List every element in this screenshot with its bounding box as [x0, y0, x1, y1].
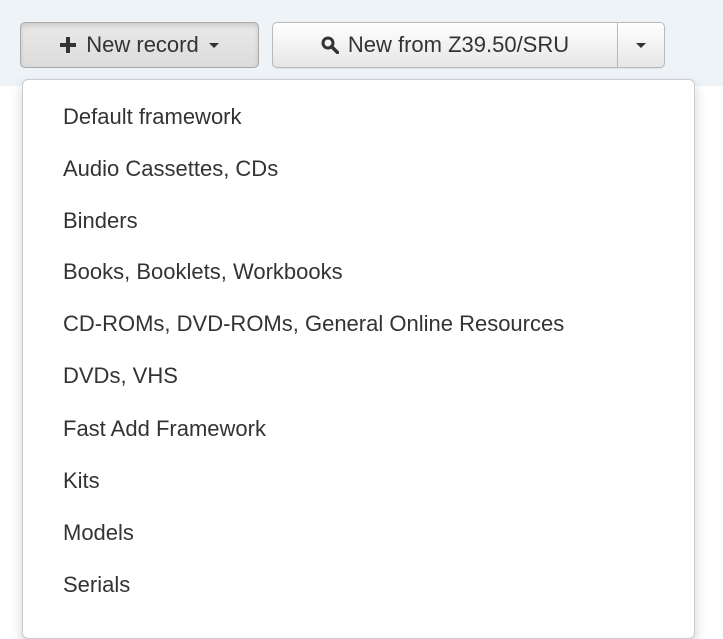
menu-item-fast-add-framework[interactable]: Fast Add Framework: [63, 409, 266, 449]
menu-item-kits[interactable]: Kits: [63, 461, 100, 501]
caret-down-icon: [208, 42, 219, 48]
menu-item-binders[interactable]: Binders: [63, 201, 138, 241]
search-icon: [321, 36, 339, 54]
new-from-z3950-label: New from Z39.50/SRU: [347, 32, 570, 57]
caret-down-icon: [636, 42, 646, 48]
menu-item-default-framework[interactable]: Default framework: [63, 97, 242, 137]
new-record-button[interactable]: New record: [20, 22, 259, 68]
new-record-label: New record: [86, 32, 199, 57]
z3950-dropdown-toggle[interactable]: [617, 22, 665, 68]
menu-item-serials[interactable]: Serials: [63, 565, 130, 605]
menu-item-dvds-vhs[interactable]: DVDs, VHS: [63, 356, 178, 396]
menu-item-books-booklets-workbooks[interactable]: Books, Booklets, Workbooks: [63, 252, 343, 292]
menu-item-cd-roms-dvd-roms[interactable]: CD-ROMs, DVD-ROMs, General Online Resour…: [63, 304, 564, 344]
menu-item-audio-cassettes-cds[interactable]: Audio Cassettes, CDs: [63, 149, 278, 189]
menu-item-models[interactable]: Models: [63, 513, 134, 553]
new-from-z3950-button[interactable]: New from Z39.50/SRU: [272, 22, 618, 68]
framework-dropdown-menu: Default framework Audio Cassettes, CDs B…: [22, 79, 695, 639]
plus-icon: [60, 37, 77, 53]
